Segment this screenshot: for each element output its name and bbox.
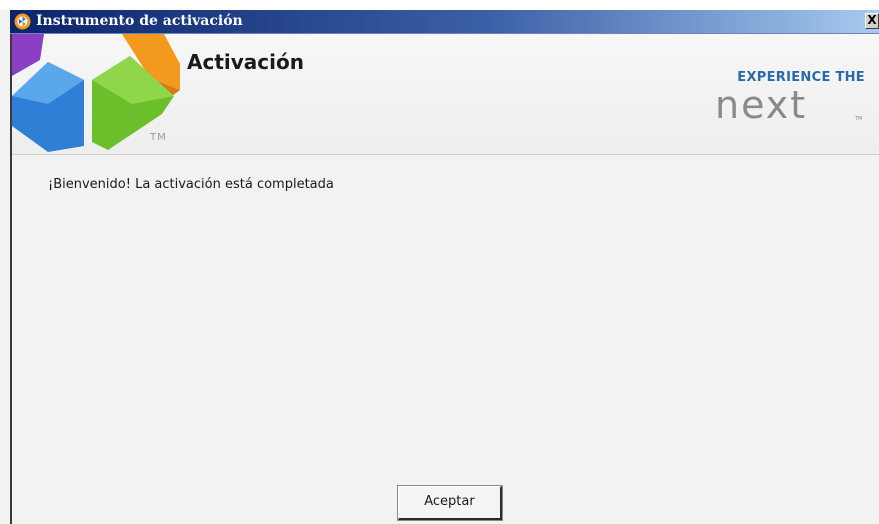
title-bar[interactable]: Instrumento de activación X (10, 10, 879, 34)
logo-trademark: TM (150, 132, 167, 143)
page-title: Activación (187, 50, 304, 74)
brand-tagline: EXPERIENCE THE (737, 70, 865, 85)
welcome-message: ¡Bienvenido! La activación está completa… (48, 177, 334, 192)
accept-button[interactable]: Aceptar (397, 485, 503, 521)
brand-next-text: next (715, 86, 807, 126)
window-title: Instrumento de activación (36, 13, 243, 29)
content-area: ¡Bienvenido! La activación está completa… (12, 155, 879, 524)
brand-trademark: TM (854, 116, 862, 122)
brand-next-logo: next TM (715, 86, 862, 126)
header-banner: TM Activación EXPERIENCE THE next TM (12, 34, 879, 155)
app-icon (14, 13, 31, 30)
top-margin (0, 0, 879, 10)
close-button[interactable]: X (865, 13, 879, 29)
activation-window: Instrumento de activación X TM Activació… (0, 0, 879, 524)
